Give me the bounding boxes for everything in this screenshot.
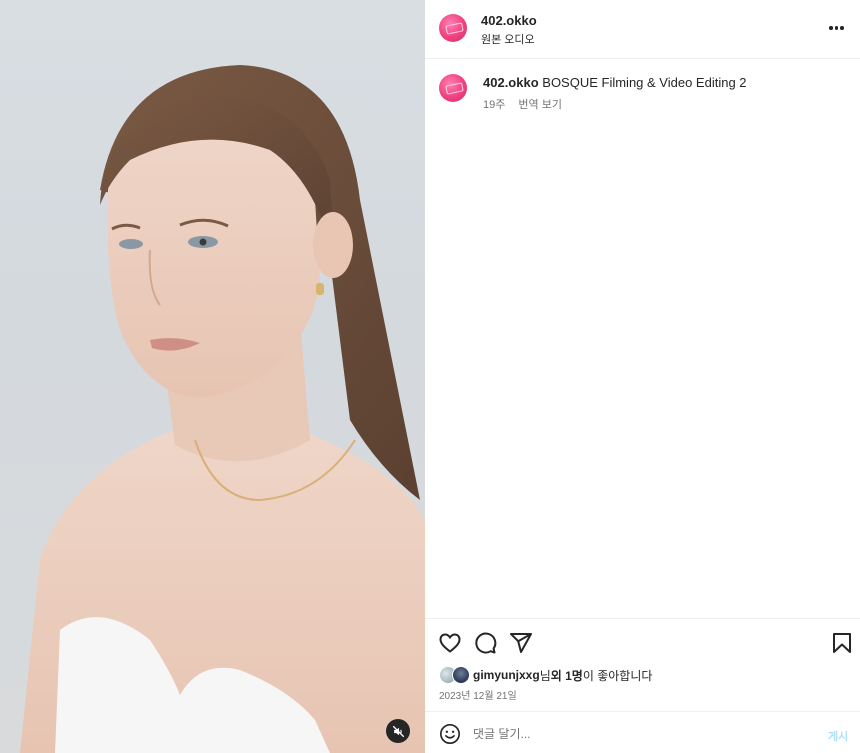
mute-toggle-button[interactable]	[386, 719, 410, 743]
more-dot-icon	[829, 26, 833, 30]
caption-text: 402.okko BOSQUE Filming & Video Editing …	[483, 75, 747, 90]
post-video[interactable]	[0, 0, 425, 753]
likes-suffix-b: 이 좋아합니다	[582, 668, 653, 683]
caption-body: BOSQUE Filming & Video Editing 2	[538, 75, 747, 90]
comment-input[interactable]	[473, 723, 813, 745]
more-dot-icon	[840, 26, 844, 30]
bookmark-icon[interactable]	[830, 631, 854, 655]
post-date[interactable]: 2023년 12월 21일	[439, 687, 517, 702]
emoji-icon[interactable]	[439, 723, 461, 745]
post-age: 19주	[483, 99, 506, 111]
likes-suffix-a: 님	[539, 668, 551, 683]
caption-meta: 19주 번역 보기	[483, 96, 562, 112]
video-frame	[20, 65, 425, 753]
share-icon[interactable]	[509, 631, 533, 655]
avatar[interactable]	[439, 14, 467, 42]
post-header: 402.okko 원본 오디오	[425, 0, 860, 59]
caption-avatar[interactable]	[439, 74, 467, 102]
comment-box: 게시	[425, 711, 860, 753]
action-bar	[425, 618, 860, 664]
author-username[interactable]: 402.okko	[481, 13, 537, 28]
post-comment-button[interactable]: 게시	[828, 728, 848, 744]
heart-icon[interactable]	[438, 631, 462, 655]
audio-label[interactable]: 원본 오디오	[481, 31, 535, 47]
see-translation-link[interactable]: 번역 보기	[518, 99, 562, 111]
liker-avatars	[439, 666, 473, 684]
caption-username[interactable]: 402.okko	[483, 75, 539, 90]
muted-speaker-icon	[392, 725, 404, 737]
liker-username[interactable]: gimyunjxxg	[473, 668, 540, 682]
post-details-panel: 402.okko 원본 오디오 402.okko BOSQUE Filming …	[425, 0, 860, 753]
likes-summary: gimyunjxxg 님 외 1명 이 좋아합니다	[439, 666, 652, 684]
comment-icon[interactable]	[473, 631, 497, 655]
likes-others-link[interactable]: 외 1명	[551, 667, 583, 684]
more-options-button[interactable]	[829, 20, 849, 36]
avatar	[452, 666, 470, 684]
more-dot-icon	[834, 26, 838, 30]
